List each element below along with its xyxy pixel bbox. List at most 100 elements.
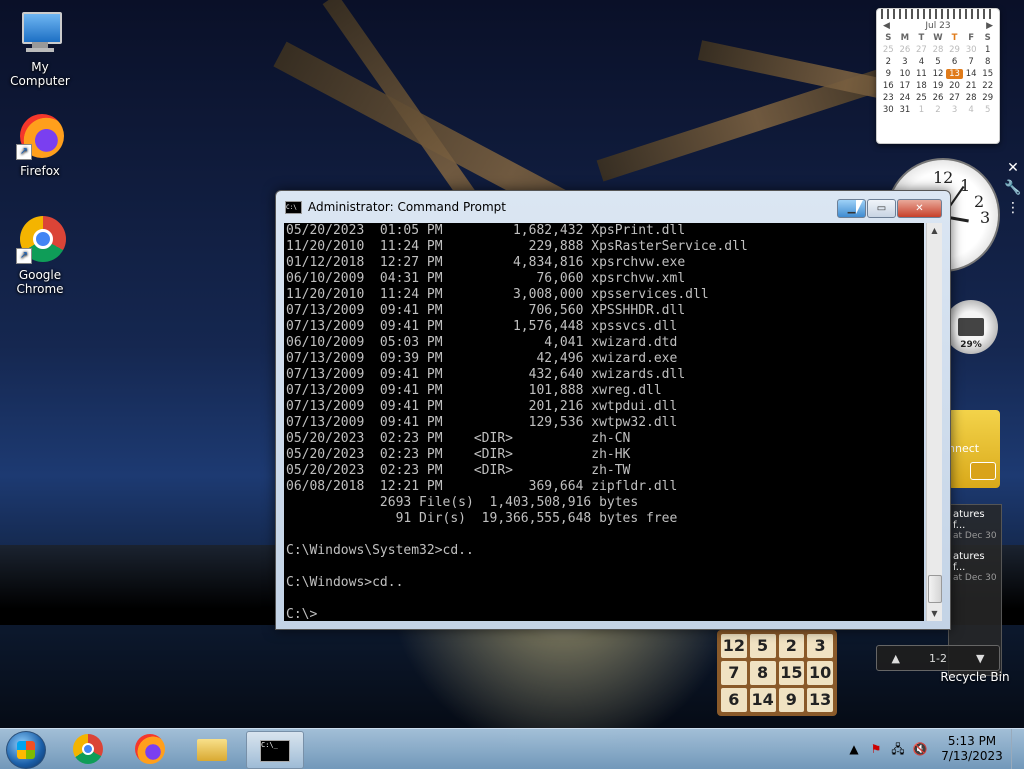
shortcut-arrow-icon: ↗ [16,144,32,160]
calendar-day[interactable]: 16 [880,81,897,91]
calendar-day[interactable]: 14 [963,69,980,79]
calendar-day[interactable]: 3 [897,57,914,67]
calendar-day[interactable]: 7 [963,57,980,67]
show-desktop-button[interactable] [1011,729,1024,769]
puzzle-tile[interactable]: 6 [721,688,747,712]
calendar-day[interactable]: 25 [913,93,930,103]
calendar-day[interactable]: 4 [913,57,930,67]
puzzle-tile[interactable]: 13 [807,688,833,712]
gadget-side-tools: ✕ 🔧 ⋮ [1003,158,1023,218]
puzzle-tile[interactable]: 2 [778,634,805,658]
taskbar-chrome[interactable] [60,731,116,767]
start-button[interactable] [6,731,46,769]
puzzle-tile[interactable]: 10 [807,661,833,685]
calendar-day[interactable]: 26 [897,45,914,55]
maximize-button[interactable]: ▭ [867,199,896,218]
connect-gadget[interactable]: nnect [948,410,1000,488]
puzzle-tile[interactable]: 3 [807,634,833,658]
puzzle-tile[interactable]: 9 [778,688,805,712]
scroll-down-icon[interactable]: ▼ [927,606,942,621]
desktop-icon-google-chrome[interactable]: ↗ Google Chrome [0,216,80,296]
calendar-day-header: W [933,33,943,43]
feed-prev-icon[interactable]: ▲ [892,652,900,665]
calendar-day[interactable]: 20 [946,81,963,91]
calendar-day[interactable]: 31 [897,105,914,115]
calendar-day[interactable]: 27 [946,93,963,103]
console-line: 05/20/2023 01:05 PM 1,682,432 XpsPrint.d… [286,223,686,238]
prev-month-icon[interactable]: ◀ [883,21,890,31]
command-prompt-window[interactable]: C:\ Administrator: Command Prompt ▁ ▭ ✕ … [275,190,951,630]
feed-item[interactable]: atures f... at Dec 30 [949,547,1001,589]
calendar-day[interactable]: 5 [979,105,996,115]
calendar-day[interactable]: 28 [930,45,947,55]
console-line: 01/12/2018 12:27 PM 4,834,816 xpsrchvw.e… [286,255,686,270]
taskbar-file-explorer[interactable] [184,731,240,767]
calendar-day[interactable]: 23 [880,93,897,103]
calendar-day[interactable]: 10 [897,69,914,79]
calendar-day[interactable]: 21 [963,81,980,91]
calendar-day[interactable]: 15 [979,69,996,79]
calendar-day[interactable]: 6 [946,57,963,67]
calendar-day[interactable]: 22 [979,81,996,91]
scroll-up-icon[interactable]: ▲ [927,223,942,238]
show-hidden-icons-icon[interactable]: ▲ [846,741,862,757]
calendar-day[interactable]: 9 [880,69,897,79]
puzzle-tile[interactable]: 7 [721,661,747,685]
calendar-day[interactable]: 2 [880,57,897,67]
calendar-day[interactable]: 4 [963,105,980,115]
taskbar-command-prompt[interactable]: C:\_ [246,731,304,769]
calendar-day[interactable]: 27 [913,45,930,55]
computer-icon [16,8,64,56]
next-month-icon[interactable]: ▶ [986,21,993,31]
puzzle-tile[interactable]: 5 [749,634,776,658]
calendar-day[interactable]: 17 [897,81,914,91]
desktop-icon-firefox[interactable]: ↗ Firefox [0,112,80,178]
calendar-day[interactable]: 29 [979,93,996,103]
close-icon[interactable]: ✕ [1003,158,1023,178]
puzzle-tile[interactable]: 15 [778,661,805,685]
taskbar-clock[interactable]: 5:13 PM 7/13/2023 [939,734,1005,764]
calendar-day[interactable]: 18 [913,81,930,91]
calendar-day[interactable]: 13 [946,69,963,79]
calendar-day[interactable]: 1 [913,105,930,115]
desktop-icon-my-computer[interactable]: My Computer [0,8,80,88]
wrench-icon[interactable]: 🔧 [1003,178,1023,198]
calendar-day[interactable]: 11 [913,69,930,79]
scrollbar-thumb[interactable] [928,575,942,603]
feed-item[interactable]: atures f... at Dec 30 [949,505,1001,547]
calendar-day[interactable]: 19 [930,81,947,91]
cpu-meter-gadget[interactable]: 29% [944,300,998,354]
puzzle-tile[interactable]: 12 [721,634,747,658]
taskbar: C:\_ ▲ ⚑ 🖧 🔇 5:13 PM 7/13/2023 [0,728,1024,769]
calendar-day[interactable]: 30 [963,45,980,55]
calendar-day[interactable]: 2 [930,105,947,115]
calendar-day[interactable]: 29 [946,45,963,55]
maximize-icon: ▭ [876,203,887,214]
calendar-day[interactable]: 5 [930,57,947,67]
calendar-day[interactable]: 1 [979,45,996,55]
calendar-grid: S M T W T F S 25 26 27 28 29 30 1 2 3 4 5 6 7 8 9 10 11 12 13 14 15… [877,33,999,115]
drag-grip-icon[interactable]: ⋮ [1003,198,1023,218]
action-center-icon[interactable]: ⚑ [868,741,884,757]
puzzle-tile[interactable]: 8 [749,661,776,685]
taskbar-firefox[interactable] [122,731,178,767]
console-output[interactable]: 05/20/2023 01:05 PM 1,682,432 XpsPrint.d… [284,223,924,621]
calendar-day[interactable]: 12 [930,69,947,79]
calendar-day[interactable]: 3 [946,105,963,115]
console-line: 91 Dir(s) 19,366,555,648 bytes free [286,511,678,526]
close-button[interactable]: ✕ [897,199,942,218]
calendar-gadget[interactable]: ◀ Jul 23 ▶ S M T W T F S 25 26 27 28 29 30 1 2 3 4 5 6 7 8 9 1… [876,8,1000,144]
vertical-scrollbar[interactable]: ▲ ▼ [926,223,942,621]
calendar-day[interactable]: 26 [930,93,947,103]
calendar-day[interactable]: 25 [880,45,897,55]
network-icon[interactable]: 🖧 [890,741,906,757]
calendar-day[interactable]: 24 [897,93,914,103]
calendar-day[interactable]: 30 [880,105,897,115]
volume-muted-icon[interactable]: 🔇 [912,741,928,757]
feed-next-icon[interactable]: ▼ [976,652,984,665]
calendar-day[interactable]: 8 [979,57,996,67]
calendar-day[interactable]: 28 [963,93,980,103]
desktop-icon-recycle-bin[interactable]: Recycle Bin [940,670,1010,684]
puzzle-tile[interactable]: 14 [749,688,776,712]
picture-puzzle-gadget[interactable]: 12 5 2 3 7 8 15 10 6 14 9 13 [717,630,837,716]
